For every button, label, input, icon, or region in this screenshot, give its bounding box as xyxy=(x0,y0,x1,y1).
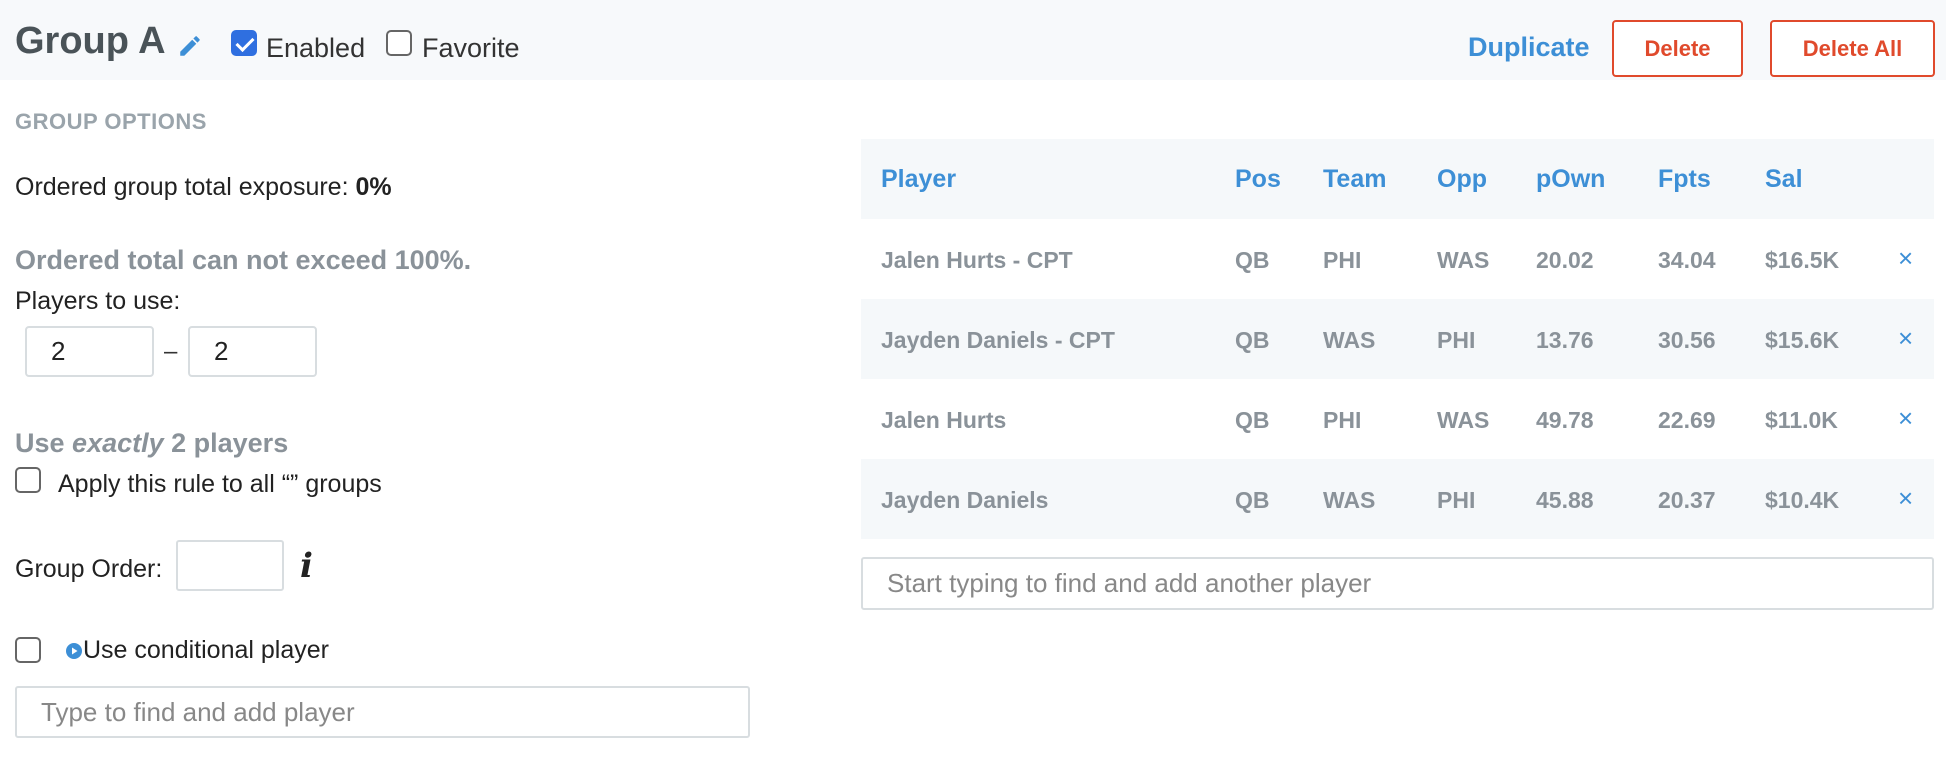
group-order-input[interactable] xyxy=(176,540,284,591)
remove-player-icon[interactable]: × xyxy=(1898,483,1913,514)
delete-button[interactable]: Delete xyxy=(1612,20,1743,77)
player-name: Jalen Hurts xyxy=(881,407,1007,433)
player-pown: 20.02 xyxy=(1536,247,1594,273)
column-header-player[interactable]: Player xyxy=(881,165,956,194)
player-opp: WAS xyxy=(1437,407,1490,433)
group-header: Group A Enabled Favorite Duplicate Delet… xyxy=(0,0,1946,80)
table-row: Jayden Daniels QB WAS PHI 45.88 20.37 $1… xyxy=(861,459,1934,539)
player-salary: $16.5K xyxy=(1765,247,1840,273)
player-salary: $15.6K xyxy=(1765,327,1840,353)
player-pos: QB xyxy=(1235,327,1270,353)
player-opp: PHI xyxy=(1437,327,1476,353)
player-fpts: 30.56 xyxy=(1658,327,1716,353)
table-header: Player Pos Team Opp pOwn Fpts Sal xyxy=(861,139,1934,219)
player-salary: $10.4K xyxy=(1765,487,1840,513)
pencil-icon[interactable] xyxy=(177,33,203,59)
enabled-label: Enabled xyxy=(266,33,366,63)
player-fpts: 20.37 xyxy=(1658,487,1716,513)
player-team: WAS xyxy=(1323,487,1376,513)
limit-note: Ordered total can not exceed 100%. xyxy=(15,245,472,275)
column-header-team[interactable]: Team xyxy=(1323,165,1386,194)
conditional-player-label: Use conditional player xyxy=(83,636,329,664)
conditional-player-search-input[interactable] xyxy=(15,686,750,738)
add-player-search-input[interactable] xyxy=(861,557,1934,610)
player-team: WAS xyxy=(1323,327,1376,353)
column-header-opp[interactable]: Opp xyxy=(1437,165,1487,194)
range-separator: – xyxy=(164,338,178,365)
players-table: Player Pos Team Opp pOwn Fpts Sal Jalen … xyxy=(861,139,1934,539)
group-order-label: Group Order: xyxy=(15,555,163,583)
player-opp: PHI xyxy=(1437,487,1476,513)
column-header-fpts[interactable]: Fpts xyxy=(1658,165,1711,194)
conditional-player-checkbox[interactable] xyxy=(15,637,41,663)
player-name: Jalen Hurts - CPT xyxy=(881,247,1073,273)
max-players-input[interactable] xyxy=(188,326,317,377)
apply-all-checkbox[interactable] xyxy=(15,467,41,493)
exposure-line: Ordered group total exposure: 0% xyxy=(15,173,392,202)
summary-emphasis: exactly xyxy=(72,428,164,458)
remove-player-icon[interactable]: × xyxy=(1898,403,1913,434)
player-fpts: 22.69 xyxy=(1658,407,1716,433)
min-players-input[interactable] xyxy=(25,326,154,377)
exposure-label: Ordered group total exposure: xyxy=(15,173,356,201)
remove-player-icon[interactable]: × xyxy=(1898,243,1913,274)
column-header-pos[interactable]: Pos xyxy=(1235,165,1281,194)
player-name: Jayden Daniels - CPT xyxy=(881,327,1115,353)
duplicate-button[interactable]: Duplicate xyxy=(1468,32,1590,63)
player-pown: 13.76 xyxy=(1536,327,1594,353)
favorite-label: Favorite xyxy=(422,33,520,63)
enabled-checkbox[interactable] xyxy=(231,30,257,56)
player-fpts: 34.04 xyxy=(1658,247,1716,273)
remove-player-icon[interactable]: × xyxy=(1898,323,1913,354)
group-title: Group A xyxy=(15,20,166,62)
player-pos: QB xyxy=(1235,247,1270,273)
column-header-pown[interactable]: pOwn xyxy=(1536,165,1605,194)
player-pown: 45.88 xyxy=(1536,487,1594,513)
player-team: PHI xyxy=(1323,247,1362,273)
players-to-use-label: Players to use: xyxy=(15,287,181,315)
player-pos: QB xyxy=(1235,407,1270,433)
table-row: Jayden Daniels - CPT QB WAS PHI 13.76 30… xyxy=(861,299,1934,379)
apply-all-label: Apply this rule to all “” groups xyxy=(58,470,382,498)
table-row: Jalen Hurts QB PHI WAS 49.78 22.69 $11.0… xyxy=(861,379,1934,459)
column-header-sal[interactable]: Sal xyxy=(1765,165,1803,194)
player-pos: QB xyxy=(1235,487,1270,513)
player-pown: 49.78 xyxy=(1536,407,1594,433)
player-opp: WAS xyxy=(1437,247,1490,273)
player-salary: $11.0K xyxy=(1765,407,1838,433)
delete-all-button[interactable]: Delete All xyxy=(1770,20,1935,77)
player-team: PHI xyxy=(1323,407,1362,433)
table-row: Jalen Hurts - CPT QB PHI WAS 20.02 34.04… xyxy=(861,219,1934,299)
favorite-checkbox[interactable] xyxy=(386,30,412,56)
info-icon[interactable]: i xyxy=(300,546,313,586)
player-name: Jayden Daniels xyxy=(881,487,1049,513)
exposure-value: 0% xyxy=(355,173,392,201)
play-circle-icon[interactable] xyxy=(66,643,82,659)
group-options-heading: GROUP OPTIONS xyxy=(15,109,207,134)
players-summary: Use exactly 2 players xyxy=(15,428,289,458)
